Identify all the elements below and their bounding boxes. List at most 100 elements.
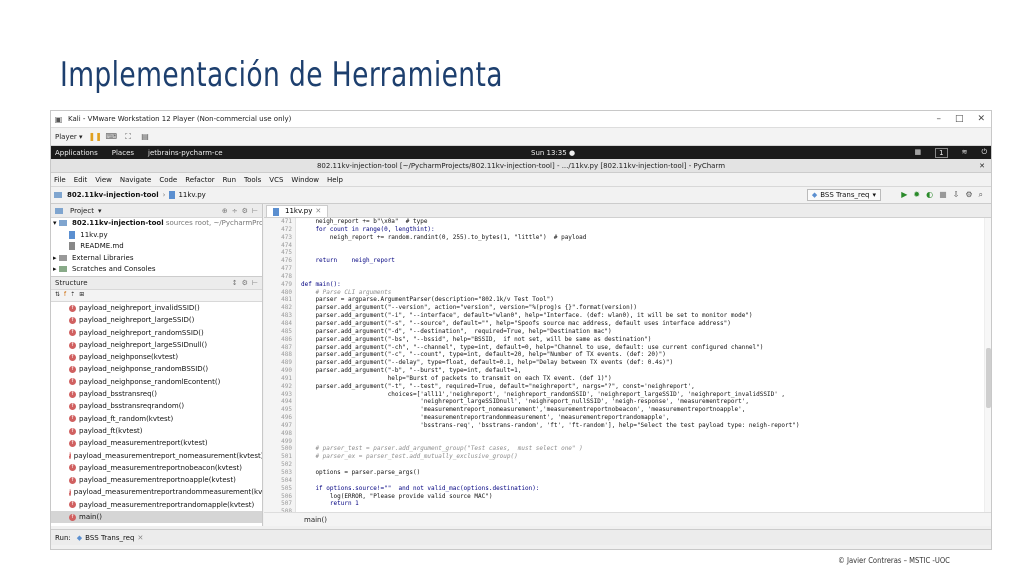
show-fields-icon[interactable]: f — [64, 288, 66, 302]
structure-item[interactable]: f payload_bsstransreqrandom() — [51, 400, 262, 412]
applications-menu[interactable]: Applications — [55, 149, 98, 157]
scrollbar-thumb[interactable] — [986, 348, 991, 408]
expand-all-icon[interactable]: ⊞ — [79, 288, 84, 302]
code-line[interactable] — [296, 249, 991, 257]
tree-item-external-libraries[interactable]: ▸ External Libraries — [51, 253, 262, 265]
code-line[interactable]: parser.add_argument("-d", "--destination… — [296, 328, 991, 336]
gear-icon[interactable]: ⚙ — [242, 204, 248, 218]
places-menu[interactable]: Places — [112, 149, 134, 157]
structure-item[interactable]: f payload_bsstransreq() — [51, 388, 262, 400]
code-line[interactable]: help="Burst of packets to transmit on ea… — [296, 375, 991, 383]
workspace-indicator[interactable]: 1 — [935, 147, 948, 158]
tree-item-scratches[interactable]: ▸ Scratches and Consoles — [51, 264, 262, 276]
code-line[interactable]: # parser_test = parser.add_argument_grou… — [296, 445, 991, 453]
code-line[interactable]: log(ERROR, "Please provide valid source … — [296, 493, 991, 501]
code-line[interactable]: 'bsstrans-req', 'bsstrans-random', 'ft',… — [296, 422, 991, 430]
code-line[interactable]: parser.add_argument("-s", "--source", de… — [296, 320, 991, 328]
network-icon[interactable]: ≋ — [962, 148, 968, 158]
structure-item[interactable]: f payload_measurementreportnobeacon(kvtes… — [51, 462, 262, 474]
nav-project[interactable]: 802.11kv-injection-tool — [67, 191, 159, 199]
code-line[interactable] — [296, 438, 991, 446]
menu-run[interactable]: Run — [223, 176, 236, 184]
code-line[interactable]: # parser_ex = parser_test.add_mutually_e… — [296, 453, 991, 461]
gear-icon[interactable]: ⚙ — [242, 276, 248, 290]
show-inherited-icon[interactable]: ⇡ — [70, 288, 75, 302]
player-menu[interactable]: Player ▾ — [55, 133, 83, 141]
tree-item-readme[interactable]: README.md — [51, 241, 262, 253]
code-line[interactable]: parser.add_argument("-ch", "--channel", … — [296, 344, 991, 352]
tab-11kv[interactable]: 11kv.py ✕ — [266, 205, 329, 217]
minimize-icon[interactable]: – — [936, 111, 941, 128]
settings-icon[interactable]: ⚙ — [965, 190, 972, 200]
code-line[interactable]: return 1 — [296, 500, 991, 508]
close-icon[interactable]: ✕ — [137, 534, 143, 542]
code-line[interactable]: parser.add_argument("-c", "--count", typ… — [296, 351, 991, 359]
code-line[interactable]: parser.add_argument("--delay", type=floa… — [296, 359, 991, 367]
menu-file[interactable]: File — [54, 176, 66, 184]
structure-item[interactable]: f payload_measurementreport(kvtest) — [51, 437, 262, 449]
active-app[interactable]: jetbrains-pycharm-ce — [148, 149, 223, 157]
project-panel-title[interactable]: Project — [70, 204, 94, 218]
structure-item[interactable]: f payload_measurementreportrandommeasurem… — [51, 486, 262, 498]
tree-root[interactable]: ▾ 802.11kv-injection-tool sources root, … — [51, 218, 262, 230]
close-icon[interactable]: ✕ — [315, 206, 321, 217]
pycharm-close-icon[interactable]: ✕ — [979, 159, 985, 173]
chevron-down-icon[interactable]: ▾ — [98, 204, 102, 218]
hide-icon[interactable]: ⊢ — [252, 204, 258, 218]
sort-alpha-icon[interactable]: ⇅ — [55, 288, 60, 302]
code-line[interactable] — [296, 273, 991, 281]
code-line[interactable]: if options.source!="" and not valid_mac(… — [296, 485, 991, 493]
code-line[interactable]: neigh_report += b"\x0a" # type — [296, 218, 991, 226]
structure-item[interactable]: f payload_measurementreport_nomeasurement… — [51, 450, 262, 462]
send-ctrl-alt-del-icon[interactable]: ⌨ — [106, 131, 118, 142]
structure-item[interactable]: f payload_neighreport_largeSSID() — [51, 314, 262, 326]
unity-icon[interactable]: ▤ — [140, 131, 151, 142]
vcs-update-icon[interactable]: ⇩ — [953, 190, 960, 200]
locate-icon[interactable]: ⊕ — [222, 204, 228, 218]
code-line[interactable]: for count in range(0, lengthint): — [296, 226, 991, 234]
menu-view[interactable]: View — [95, 176, 112, 184]
editor-scrollbar[interactable] — [984, 218, 991, 512]
clock[interactable]: Sun 13:35 ● — [531, 149, 575, 157]
fullscreen-icon[interactable]: ⛶ — [123, 131, 134, 142]
debug-icon[interactable]: ✹ — [913, 190, 920, 200]
maximize-icon[interactable]: □ — [955, 111, 964, 128]
structure-item[interactable]: f payload_neighreport_invalidSSID() — [51, 302, 262, 314]
code-line[interactable]: return neigh_report — [296, 257, 991, 265]
structure-item[interactable]: f payload_measurementreportrandomapple(kv… — [51, 499, 262, 511]
code-line[interactable] — [296, 461, 991, 469]
structure-item[interactable]: f payload_ft_random(kvtest) — [51, 413, 262, 425]
structure-item[interactable]: f payload_neighreport_largeSSIDnull() — [51, 339, 262, 351]
nav-file[interactable]: 11kv.py — [178, 191, 205, 199]
menu-help[interactable]: Help — [327, 176, 343, 184]
menu-edit[interactable]: Edit — [74, 176, 88, 184]
code-line[interactable]: parser.add_argument("-i", "--interface",… — [296, 312, 991, 320]
code-line[interactable]: options = parser.parse_args() — [296, 469, 991, 477]
stop-icon[interactable]: ■ — [939, 190, 947, 200]
sort-icon[interactable]: ↕ — [232, 276, 238, 290]
hide-icon[interactable]: ⊢ — [252, 276, 258, 290]
structure-item[interactable]: f payload_measurementreportnoapple(kvtest… — [51, 474, 262, 486]
power-icon[interactable]: ⏻ — [981, 148, 987, 158]
structure-item[interactable]: f main() — [51, 511, 262, 524]
code-line[interactable]: 'measurementreport_nomeasurement','measu… — [296, 406, 991, 414]
code-line[interactable]: 'neighreport_largeSSIDnull', 'neighrepor… — [296, 398, 991, 406]
search-icon[interactable]: ⌕ — [979, 190, 983, 200]
code-line[interactable]: parser = argparse.ArgumentParser(descrip… — [296, 296, 991, 304]
code-line[interactable] — [296, 242, 991, 250]
code-line[interactable]: # Parse CLI arguments — [296, 289, 991, 297]
code-line[interactable] — [296, 477, 991, 485]
coverage-icon[interactable]: ◐ — [926, 190, 933, 200]
structure-item[interactable]: f payload_neighponse(kvtest) — [51, 351, 262, 363]
run-icon[interactable]: ▶ — [901, 190, 907, 200]
code-line[interactable]: parser.add_argument("--version", action=… — [296, 304, 991, 312]
run-tab[interactable]: ◆ BSS Trans_req ✕ — [77, 534, 144, 542]
menu-window[interactable]: Window — [291, 176, 319, 184]
run-config-select[interactable]: ◆ BSS Trans_req ▾ — [806, 189, 881, 201]
menu-refactor[interactable]: Refactor — [185, 176, 214, 184]
pause-icon[interactable]: ❚❚ — [89, 131, 102, 142]
keyboard-icon[interactable]: ▦ — [914, 148, 921, 158]
code-line[interactable]: parser.add_argument("-bs", "--bssid", he… — [296, 336, 991, 344]
code-line[interactable]: parser.add_argument("-b", "--burst", typ… — [296, 367, 991, 375]
structure-item[interactable]: f payload_neighponse_randomBSSID() — [51, 363, 262, 375]
